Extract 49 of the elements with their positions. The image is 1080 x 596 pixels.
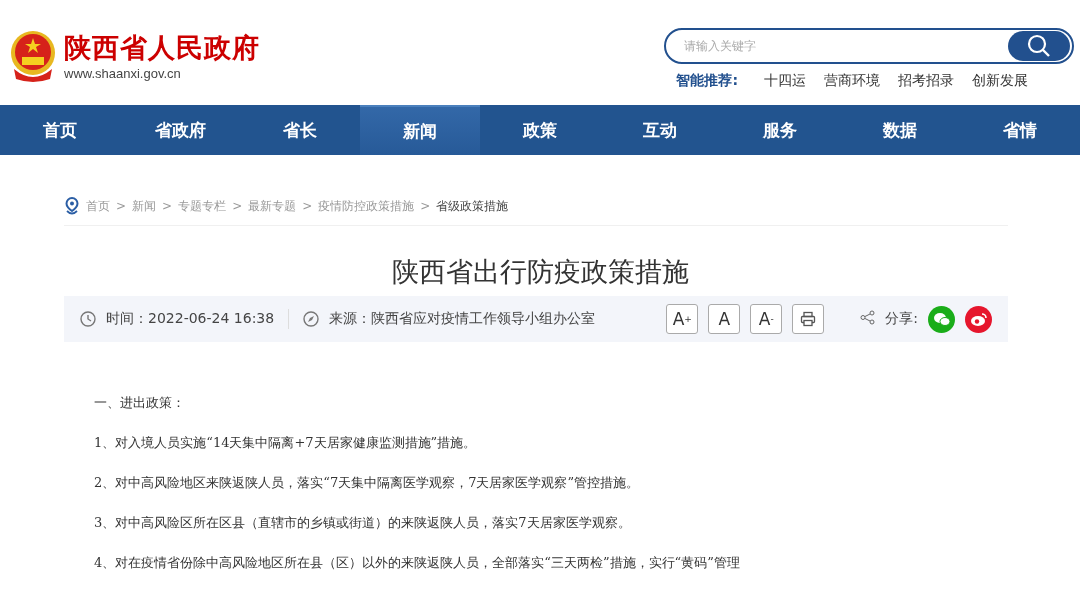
breadcrumb-separator: > bbox=[162, 199, 173, 213]
nav-tab[interactable]: 新闻 bbox=[360, 105, 480, 155]
clock-icon bbox=[80, 311, 96, 327]
breadcrumb-link[interactable]: 省级政策措施 bbox=[436, 197, 509, 215]
printer-icon bbox=[800, 311, 817, 327]
nav-tab[interactable]: 服务 bbox=[720, 105, 840, 155]
recommend-link[interactable]: 营商环境 bbox=[824, 72, 880, 90]
article-source: 来源：陕西省应对疫情工作领导小组办公室 bbox=[329, 310, 596, 328]
article-paragraph: 一、进出政策： bbox=[94, 394, 186, 412]
article-paragraph: 2、对中高风险地区来陕返陕人员，落实“7天集中隔离医学观察，7天居家医学观察”管控措施。 bbox=[94, 474, 641, 492]
search-button[interactable] bbox=[1008, 31, 1070, 61]
print-button[interactable] bbox=[792, 304, 825, 334]
nav-tab[interactable]: 省政府 bbox=[120, 105, 240, 155]
breadcrumb-separator: > bbox=[302, 199, 313, 213]
breadcrumb-separator: > bbox=[116, 199, 127, 213]
font-size-button[interactable]: A bbox=[708, 304, 741, 334]
article-paragraph: 3、对中高风险区所在区县（直辖市的乡镇或街道）的来陕返陕人员，落实7天居家医学观察。 bbox=[94, 514, 632, 532]
breadcrumb-separator: > bbox=[420, 199, 431, 213]
search-icon bbox=[1027, 34, 1051, 58]
recommend-link[interactable]: 十四运 bbox=[764, 72, 806, 90]
font-size-button[interactable]: A$^{-}$ bbox=[750, 304, 783, 334]
recommend-label: 智能推荐: bbox=[676, 72, 738, 90]
recommend-link[interactable]: 招考招录 bbox=[898, 72, 954, 90]
share-icon bbox=[860, 310, 876, 325]
compass-icon bbox=[303, 311, 320, 327]
wechat-share-button[interactable] bbox=[928, 305, 955, 333]
weibo-share-button[interactable] bbox=[965, 305, 992, 333]
article-paragraph: 4、对在疫情省份除中高风险地区所在县（区）以外的来陕返陕人员，全部落实“三天两检”措施，实行“黄码”管理 bbox=[94, 554, 741, 572]
search-bar[interactable]: 请输入关键字 bbox=[664, 28, 1074, 64]
recommend-link[interactable]: 创新发展 bbox=[972, 72, 1028, 90]
nav-tab[interactable]: 省情 bbox=[960, 105, 1080, 155]
eye-swirl-icon bbox=[969, 311, 988, 327]
site-name: 陕西省人民政府 bbox=[64, 31, 260, 65]
breadcrumb-separator: > bbox=[232, 199, 243, 213]
publish-time: 时间：2022-06-24 16:38 bbox=[106, 310, 275, 328]
search-field[interactable]: 请输入关键字 bbox=[682, 38, 1008, 54]
nav-tab[interactable]: 省长 bbox=[240, 105, 360, 155]
site-url: www.shaanxi.gov.cn bbox=[64, 66, 182, 81]
chat-bubbles-icon bbox=[932, 311, 951, 327]
nav-tab[interactable]: 数据 bbox=[840, 105, 960, 155]
article-title: 陕西省出行防疫政策措施 bbox=[390, 255, 690, 289]
font-size-button[interactable]: A$^{+}$ bbox=[666, 304, 699, 334]
nav-tab[interactable]: 政策 bbox=[480, 105, 600, 155]
nav-tab[interactable]: 互动 bbox=[600, 105, 720, 155]
article-paragraph: 1、对入境人员实施“14天集中隔离+7天居家健康监测措施”措施。 bbox=[94, 434, 478, 452]
share-label: 分享: bbox=[885, 310, 918, 328]
emblem-icon bbox=[8, 28, 58, 83]
location-pin-icon bbox=[64, 197, 80, 215]
nav-tab[interactable]: 首页 bbox=[0, 105, 120, 155]
